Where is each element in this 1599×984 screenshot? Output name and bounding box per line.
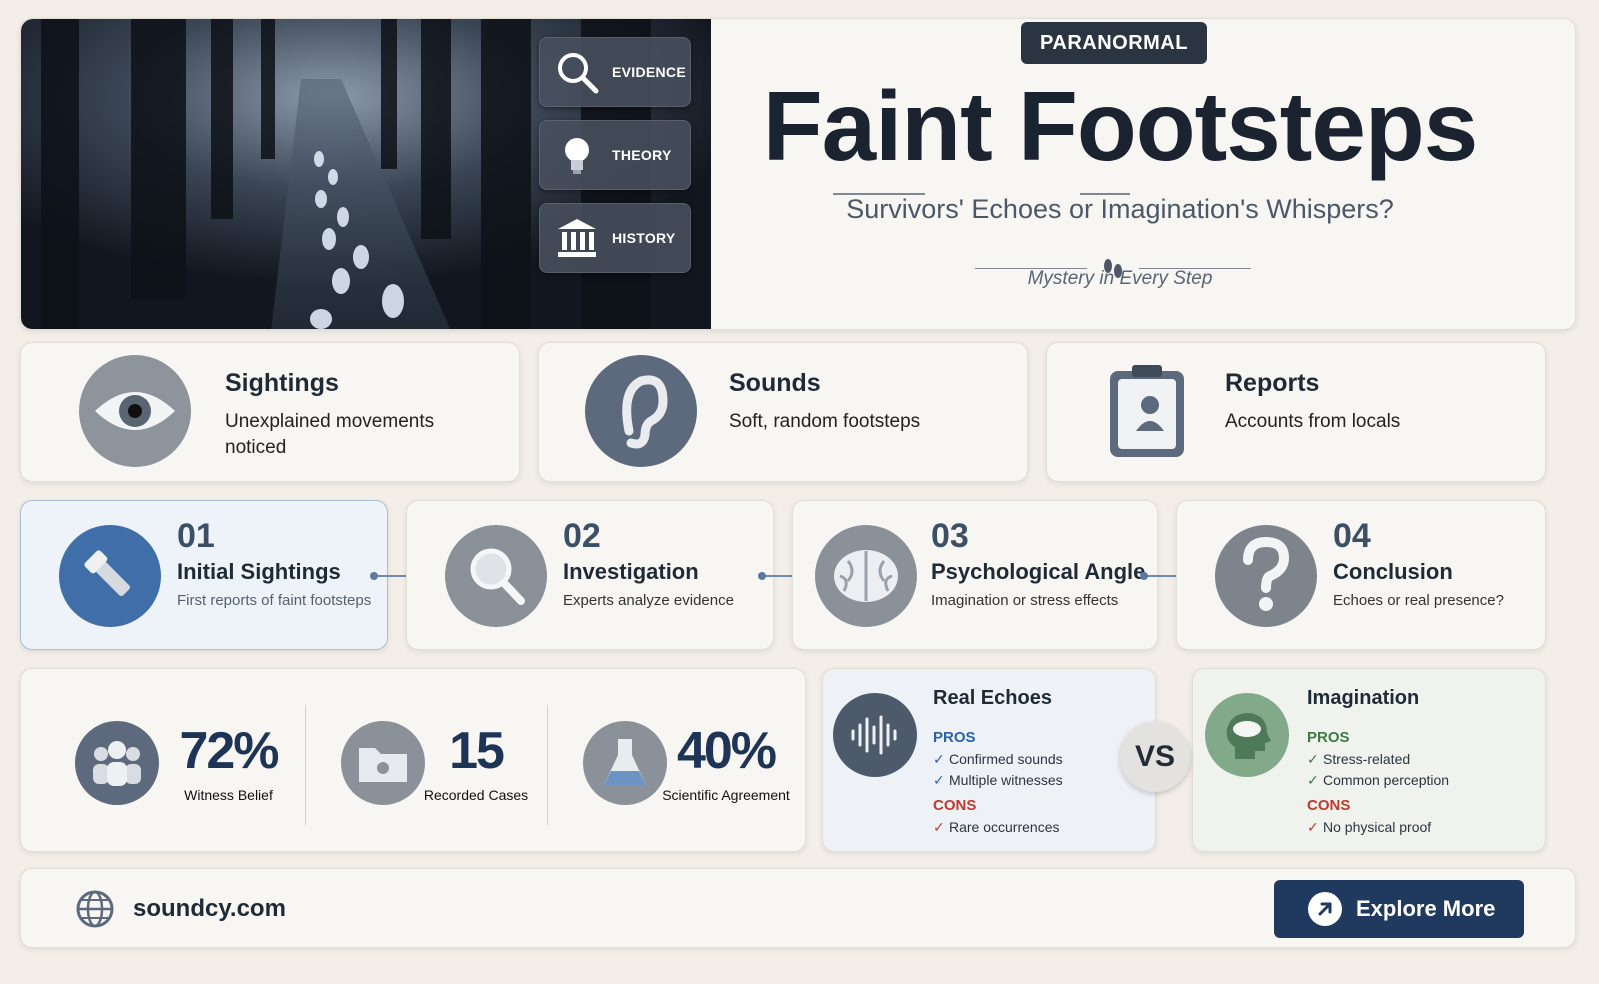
compare-card-imagination: Imagination PROS ✓ Stress-related ✓ Common… (1192, 668, 1546, 852)
step-number: 01 (177, 517, 215, 555)
pros-item: ✓ Multiple witnesses (933, 772, 1063, 788)
feature-title: Sounds (729, 369, 821, 397)
page-subtitle: Survivors' Echoes or Imagination's Whisp… (846, 194, 1394, 224)
compare-title: Imagination (1307, 687, 1420, 709)
pros-item: ✓ Confirmed sounds (933, 751, 1063, 767)
step-title: Psychological Angle (931, 559, 1146, 584)
stat-value: 40% (676, 722, 777, 780)
theory-button-label: THEORY (612, 147, 672, 163)
flashlight-icon (59, 525, 161, 627)
history-button[interactable]: HISTORY (539, 203, 691, 273)
cons-label: CONS (933, 797, 977, 814)
step-title: Investigation (563, 559, 699, 584)
pros-item: ✓ Common perception (1307, 772, 1450, 788)
step-desc: First reports of faint footsteps (177, 592, 372, 609)
evidence-button-label: EVIDENCE (612, 64, 686, 80)
step-desc: Imagination or stress effects (931, 592, 1119, 609)
feature-title: Reports (1225, 369, 1320, 397)
clipboard-icon (1091, 355, 1203, 467)
stat-divider (547, 705, 548, 825)
pros-label: PROS (933, 729, 976, 746)
magnifier-icon (445, 525, 547, 627)
step-card-04: 04 Conclusion Echoes or real presence? (1176, 500, 1546, 650)
brain-icon (815, 525, 917, 627)
compare-title: Real Echoes (933, 687, 1052, 709)
cons-item: ✓ Rare occurrences (933, 819, 1060, 835)
ear-icon (585, 355, 697, 467)
step-number: 03 (931, 517, 969, 555)
cons-label: CONS (1307, 797, 1351, 814)
explore-more-button[interactable]: Explore More (1274, 880, 1524, 938)
theory-button[interactable]: THEORY (539, 120, 691, 190)
step-desc: Echoes or real presence? (1333, 592, 1504, 609)
feature-card-sightings: Sightings Unexplained movements noticed (20, 342, 520, 482)
stat-value: 15 (449, 722, 505, 780)
feature-desc: Accounts from locals (1225, 411, 1401, 432)
category-tag: PARANORMAL (1021, 22, 1207, 64)
page-title: Faint Footsteps (762, 71, 1479, 181)
stat-label: Witness Belief (184, 787, 273, 803)
stat-divider (305, 705, 306, 825)
site-link[interactable]: soundcy.com (133, 895, 286, 923)
pros-item: ✓ Stress-related (1307, 751, 1411, 767)
lightbulb-icon (565, 138, 589, 174)
arrow-up-right-icon (1308, 892, 1342, 926)
tagline: Mystery in Every Step (1027, 268, 1213, 289)
globe-icon (76, 890, 114, 928)
feature-title: Sightings (225, 369, 339, 397)
stat-value: 72% (179, 722, 279, 780)
step-title: Conclusion (1333, 559, 1453, 584)
magnifier-icon (558, 53, 599, 94)
feature-card-reports: Reports Accounts from locals (1046, 342, 1546, 482)
step-number: 04 (1333, 517, 1371, 555)
evidence-button[interactable]: EVIDENCE (539, 37, 691, 107)
feature-desc: Unexplained movements noticed (225, 411, 435, 458)
museum-icon (558, 219, 596, 257)
stats-panel: 72% Witness Belief 15 Recorded Cases 40%… (20, 668, 806, 852)
cons-item: ✓ No physical proof (1307, 819, 1432, 835)
history-button-label: HISTORY (612, 230, 676, 246)
pros-label: PROS (1307, 729, 1350, 746)
step-card-01: 01 Initial Sightings First reports of fa… (20, 500, 388, 650)
head-cloud-icon (1205, 693, 1289, 777)
stat-label: Scientific Agreement (662, 787, 790, 803)
explore-more-label: Explore More (1356, 896, 1496, 921)
feature-desc: Soft, random footsteps (729, 411, 921, 432)
compare-card-real-echoes: Real Echoes PROS ✓ Confirmed sounds ✓ Mult… (822, 668, 1156, 852)
stat-label: Recorded Cases (423, 787, 529, 803)
question-icon (1215, 525, 1317, 627)
step-card-02: 02 Investigation Experts analyze evidenc… (406, 500, 774, 650)
feature-card-sounds: Sounds Soft, random footsteps (538, 342, 1028, 482)
soundwave-icon (833, 693, 917, 777)
people-icon (75, 721, 159, 805)
eye-icon (79, 355, 191, 467)
step-title: Initial Sightings (177, 559, 341, 584)
footer-bar: soundcy.com Explore More (20, 868, 1576, 948)
versus-badge: VS (1120, 722, 1190, 792)
step-desc: Experts analyze evidence (563, 592, 734, 609)
step-number: 02 (563, 517, 601, 555)
step-card-03: 03 Psychological Angle Imagination or st… (792, 500, 1158, 650)
